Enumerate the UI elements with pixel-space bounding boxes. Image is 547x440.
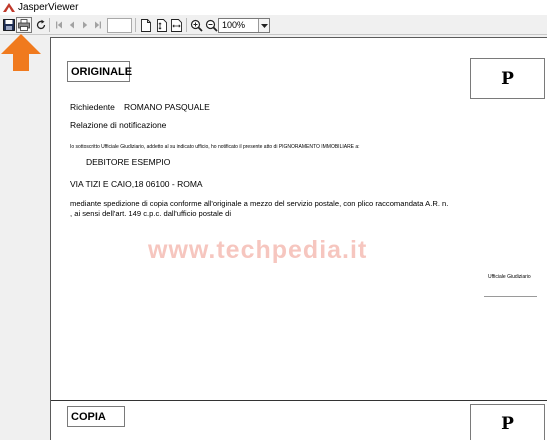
debtor-address: VIA TIZI E CAIO,18 06100 - ROMA (70, 179, 203, 189)
zoom-select[interactable]: 100% (218, 18, 270, 33)
title-bar: JasperViewer (0, 0, 547, 15)
signature-line (484, 296, 537, 297)
requester-name: ROMANO PASQUALE (124, 102, 210, 112)
previous-page-icon (69, 21, 74, 29)
section-divider (51, 400, 547, 401)
zoom-out-icon (205, 19, 218, 32)
next-page-icon (83, 21, 88, 29)
requester-label: Richiedente (70, 102, 115, 112)
declaration-text: Io sottoscritto Ufficiale Giudiziario, a… (70, 144, 360, 150)
jasper-app-icon (3, 3, 15, 12)
arrow-up-icon (1, 34, 41, 71)
toolbar-separator (135, 18, 136, 32)
last-page-icon (95, 21, 101, 29)
zoom-in-button[interactable] (188, 17, 204, 33)
fit-page-icon (156, 18, 167, 32)
zoom-in-icon (190, 19, 203, 32)
floppy-disk-icon (3, 19, 15, 31)
watermark-text: www.techpedia.it (148, 236, 368, 264)
fit-width-icon (170, 18, 182, 32)
report-title: Relazione di notificazione (70, 120, 167, 130)
chevron-down-icon[interactable] (258, 19, 269, 32)
copy-p-mark: P (470, 404, 545, 440)
toolbar-separator (49, 18, 50, 32)
toolbar-separator (186, 18, 187, 32)
fit-width-button[interactable] (168, 17, 184, 33)
first-page-icon (56, 21, 62, 29)
page-number-input[interactable] (107, 18, 132, 33)
fit-page-button[interactable] (153, 17, 169, 33)
window-title: JasperViewer (18, 2, 79, 13)
delivery-text-line2: , ai sensi dell'art. 149 c.p.c. dall'uff… (70, 209, 232, 218)
zoom-value: 100% (222, 20, 246, 30)
debtor-name: DEBITORE ESEMPIO (86, 157, 171, 167)
last-page-button[interactable] (90, 17, 106, 33)
save-button[interactable] (1, 17, 17, 33)
original-label: ORIGINALE (67, 61, 132, 82)
report-viewer-area[interactable]: ORIGINALE P Richiedente ROMANO PASQUALE … (0, 36, 547, 440)
printer-icon (18, 19, 30, 31)
p-mark: P (470, 58, 545, 99)
reload-button[interactable] (33, 17, 49, 33)
reload-icon (36, 19, 46, 30)
officer-label: Ufficiale Giudiziario (488, 274, 531, 280)
delivery-text-line1: mediante spedizione di copia conforme al… (70, 199, 449, 208)
toolbar: 100% (0, 15, 547, 35)
actual-size-button[interactable] (138, 17, 154, 33)
print-button[interactable] (16, 17, 32, 33)
actual-size-icon (141, 18, 151, 32)
zoom-out-button[interactable] (203, 17, 219, 33)
copy-label: COPIA (67, 406, 125, 427)
